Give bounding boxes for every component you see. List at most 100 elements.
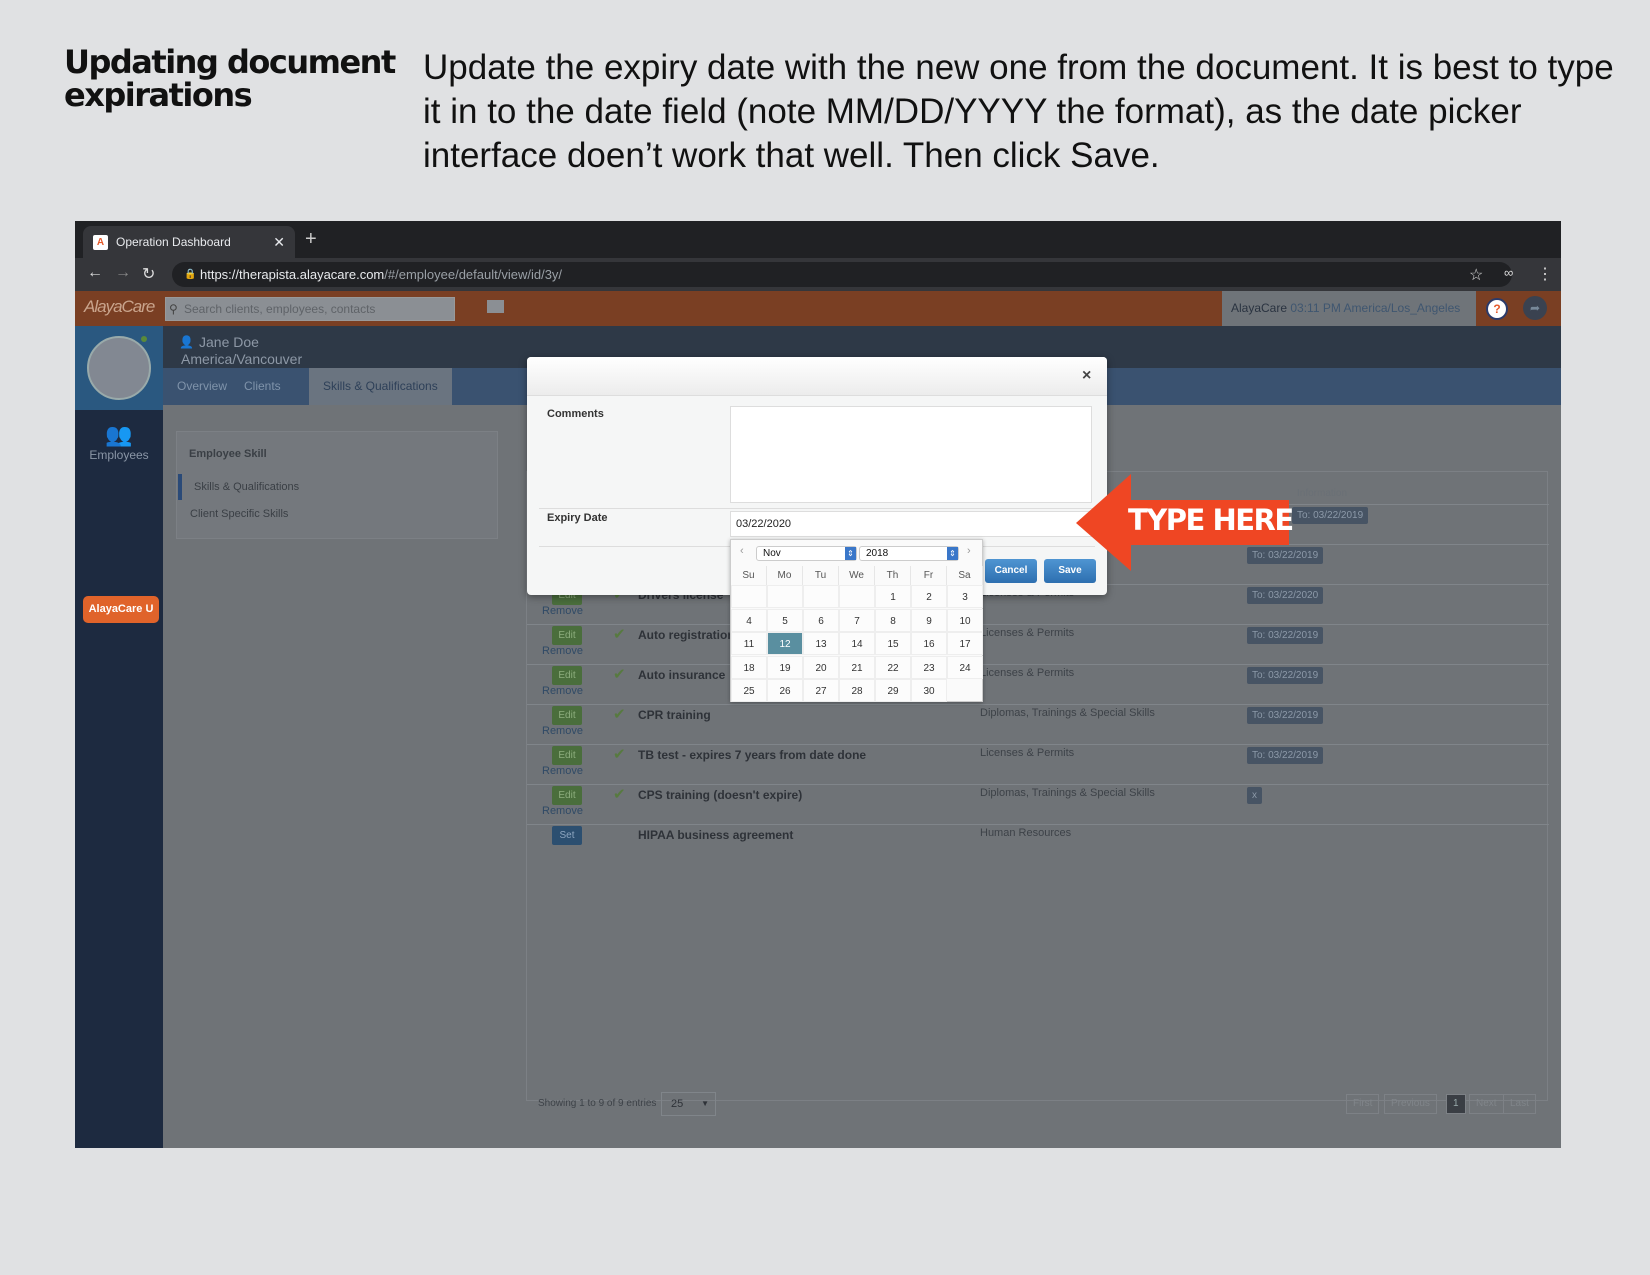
skill-category: Licenses & Permits (980, 627, 1075, 639)
day-cell[interactable]: 22 (875, 655, 911, 679)
pagination-previous[interactable]: Previous (1384, 1094, 1437, 1114)
day-cell[interactable]: 27 (803, 679, 839, 702)
pagination-first[interactable]: First (1346, 1094, 1380, 1114)
day-cell[interactable]: 9 (911, 608, 947, 632)
day-cell[interactable]: 11 (731, 632, 767, 655)
day-cell[interactable]: 18 (731, 655, 767, 679)
check-icon: ✔ (613, 746, 626, 763)
day-cell[interactable]: 6 (803, 608, 839, 632)
remove-link[interactable]: Remove (542, 605, 583, 617)
select-arrows-icon: ⇕ (947, 547, 958, 560)
expiry-date-input[interactable]: 03/22/2020 (730, 511, 1092, 537)
skill-name: Auto registration (638, 628, 735, 642)
menu-icon[interactable]: ⋮ (1537, 264, 1553, 284)
day-cell[interactable]: 8 (875, 608, 911, 632)
logout-icon[interactable]: ➦ (1523, 296, 1547, 320)
lock-icon: 🔒 (184, 269, 197, 280)
table-row: Edit Remove ✔ CPR training Diplomas, Trainin… (527, 704, 1549, 744)
incognito-icon[interactable]: ∞ (1504, 265, 1513, 280)
tab-overview[interactable]: Overview (177, 368, 227, 405)
day-cell[interactable]: 26 (767, 679, 803, 702)
remove-link[interactable]: Remove (542, 725, 583, 737)
expiry-date-label: Expiry Date (547, 512, 608, 524)
edit-button[interactable]: Edit (552, 786, 582, 805)
day-cell[interactable]: 7 (839, 608, 875, 632)
day-cell[interactable]: 17 (947, 632, 983, 655)
select-arrows-icon: ⇕ (845, 547, 856, 560)
day-cell[interactable]: 24 (947, 655, 983, 679)
tab-clients[interactable]: Clients (244, 368, 281, 405)
day-cell[interactable]: 13 (803, 632, 839, 655)
avatar[interactable] (87, 336, 151, 400)
forward-icon[interactable]: → (115, 264, 131, 282)
search-input[interactable]: ⚲ Search clients, employees, contacts (165, 297, 455, 321)
day-cell[interactable]: 12 (767, 632, 803, 655)
skill-name: Auto insurance (638, 668, 726, 682)
day-cell[interactable]: 3 (947, 585, 983, 608)
empty-day-cell (839, 585, 875, 608)
weekday-header: Su (731, 566, 767, 585)
day-cell[interactable]: 28 (839, 679, 875, 702)
remove-link[interactable]: Remove (542, 645, 583, 657)
edit-button[interactable]: Edit (552, 706, 582, 725)
next-month-icon[interactable]: › (967, 545, 971, 557)
close-icon[interactable]: × (1082, 367, 1091, 385)
nav-client-specific-skills[interactable]: Client Specific Skills (190, 508, 288, 520)
day-cell[interactable]: 14 (839, 632, 875, 655)
year-select[interactable]: 2018 ⇕ (859, 546, 959, 561)
nav-skills-qualifications[interactable]: Skills & Qualifications (194, 481, 299, 493)
day-cell[interactable]: 20 (803, 655, 839, 679)
page-size-select[interactable]: 25 ▼ (661, 1092, 716, 1116)
month-select[interactable]: Nov ⇕ (756, 546, 857, 561)
pagination-next[interactable]: Next (1469, 1094, 1504, 1114)
prev-month-icon[interactable]: ‹ (740, 545, 744, 557)
day-cell[interactable]: 1 (875, 585, 911, 608)
pagination-1[interactable]: 1 (1446, 1094, 1466, 1114)
day-cell[interactable]: 30 (911, 679, 947, 702)
weekday-header: Tu (803, 566, 839, 585)
employee-timezone: America/Vancouver (181, 351, 303, 367)
edit-button[interactable]: Edit (552, 626, 582, 645)
browser-tab[interactable]: A Operation Dashboard ✕ (83, 226, 295, 258)
set-button[interactable]: Set (552, 826, 582, 845)
day-cell[interactable]: 21 (839, 655, 875, 679)
search-placeholder: Search clients, employees, contacts (184, 302, 376, 316)
day-cell[interactable]: 16 (911, 632, 947, 655)
day-cell[interactable]: 15 (875, 632, 911, 655)
bookmark-star-icon[interactable]: ☆ (1469, 265, 1483, 285)
skill-category: Human Resources (980, 827, 1072, 839)
day-cell[interactable]: 5 (767, 608, 803, 632)
back-icon[interactable]: ← (87, 264, 103, 282)
remove-link[interactable]: Remove (542, 805, 583, 817)
day-cell[interactable]: 2 (911, 585, 947, 608)
day-cell[interactable]: 19 (767, 655, 803, 679)
day-cell[interactable]: 23 (911, 655, 947, 679)
day-cell[interactable]: 10 (947, 608, 983, 632)
entries-info: Showing 1 to 9 of 9 entries (538, 1098, 657, 1109)
sidebar-item-employees[interactable]: 👥 Employees (75, 422, 163, 462)
new-tab-icon[interactable]: + (305, 228, 317, 251)
skill-category: Licenses & Permits (980, 747, 1075, 759)
day-cell[interactable]: 29 (875, 679, 911, 702)
day-cell[interactable]: 4 (731, 608, 767, 632)
page-heading: Updating document expirations (64, 43, 396, 114)
mail-icon[interactable] (487, 300, 504, 313)
alayacare-logo[interactable]: AlayaCare (84, 297, 155, 317)
remove-link[interactable]: Remove (542, 765, 583, 777)
tab-skills-qualifications[interactable]: Skills & Qualifications (309, 368, 452, 405)
close-tab-icon[interactable]: ✕ (273, 234, 285, 251)
help-icon[interactable]: ? (1486, 298, 1508, 320)
remove-link[interactable]: Remove (542, 685, 583, 697)
alayacare-u-button[interactable]: AlayaCare U (83, 596, 159, 623)
day-cell[interactable]: 25 (731, 679, 767, 702)
expiry-badge: To: 03/22/2019 (1247, 667, 1324, 684)
edit-button[interactable]: Edit (552, 666, 582, 685)
cancel-button[interactable]: Cancel (985, 559, 1037, 583)
edit-button[interactable]: Edit (552, 746, 582, 765)
reload-icon[interactable]: ↻ (142, 264, 155, 284)
comments-textarea[interactable] (730, 406, 1092, 503)
empty-day-cell (767, 585, 803, 608)
pagination-last[interactable]: Last (1503, 1094, 1536, 1114)
user-icon: 👤 (179, 335, 194, 349)
url-field[interactable]: 🔒 https://therapista.alayacare.com/#/emp… (172, 262, 1512, 287)
